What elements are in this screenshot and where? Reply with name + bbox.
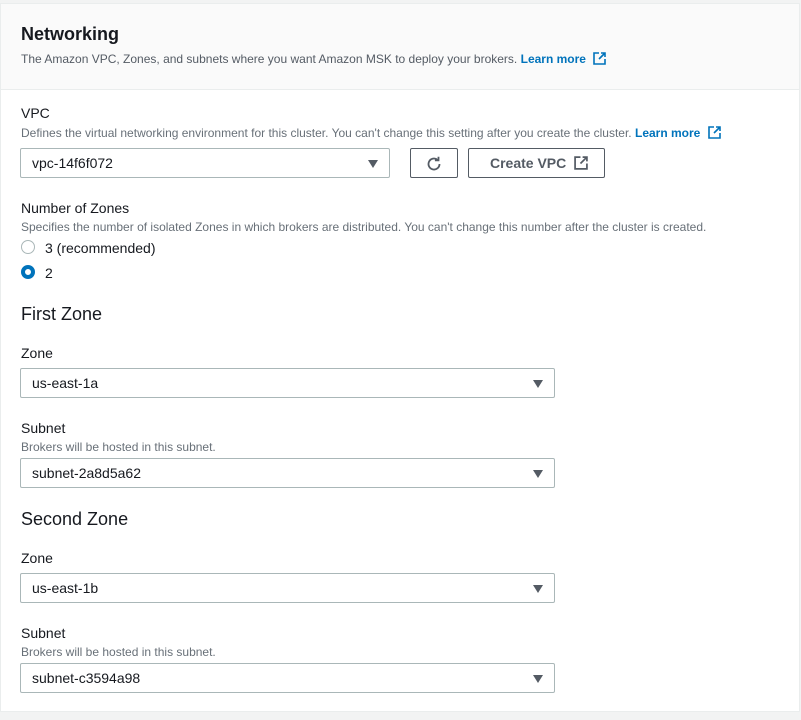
- caret-down-icon: [368, 160, 378, 168]
- second-zone-title: Second Zone: [21, 509, 129, 529]
- vpc-description-text: Defines the virtual networking environme…: [21, 126, 632, 140]
- vpc-description: Defines the virtual networking environme…: [21, 126, 721, 142]
- panel-description: The Amazon VPC, Zones, and subnets where…: [21, 52, 607, 68]
- refresh-button[interactable]: [410, 148, 458, 178]
- first-zone-select[interactable]: us-east-1a: [20, 368, 555, 398]
- create-vpc-button[interactable]: Create VPC: [468, 148, 605, 178]
- caret-down-icon: [533, 380, 543, 388]
- zones-radio-3-label: 3 (recommended): [45, 240, 156, 256]
- refresh-icon: [425, 155, 443, 178]
- first-subnet-select[interactable]: subnet-2a8d5a62: [20, 458, 555, 488]
- zones-radio-3[interactable]: [21, 240, 35, 254]
- first-zone-label: Zone: [21, 345, 53, 361]
- caret-down-icon: [533, 585, 543, 593]
- zones-radio-2[interactable]: [21, 265, 35, 279]
- networking-panel: Networking The Amazon VPC, Zones, and su…: [0, 3, 800, 712]
- caret-down-icon: [533, 675, 543, 683]
- vpc-select[interactable]: vpc-14f6f072: [20, 148, 390, 178]
- create-vpc-label: Create VPC: [490, 155, 567, 171]
- first-zone-select-value: us-east-1a: [32, 375, 99, 391]
- caret-down-icon: [533, 470, 543, 478]
- second-zone-label: Zone: [21, 550, 53, 566]
- first-subnet-select-value: subnet-2a8d5a62: [32, 465, 141, 481]
- panel-description-text: The Amazon VPC, Zones, and subnets where…: [21, 52, 518, 66]
- second-subnet-description: Brokers will be hosted in this subnet.: [21, 645, 216, 659]
- vpc-label: VPC: [21, 105, 50, 121]
- first-subnet-description: Brokers will be hosted in this subnet.: [21, 440, 216, 454]
- first-subnet-label: Subnet: [21, 420, 66, 436]
- second-subnet-select-value: subnet-c3594a98: [32, 670, 141, 686]
- first-zone-title: First Zone: [21, 304, 103, 324]
- panel-title: Networking: [21, 24, 120, 44]
- external-link-icon: [574, 156, 588, 175]
- second-zone-select-value: us-east-1b: [32, 580, 99, 596]
- zones-radio-2-label: 2: [45, 265, 53, 281]
- second-zone-select[interactable]: us-east-1b: [20, 573, 555, 603]
- networking-learn-more-link[interactable]: Learn more: [521, 52, 586, 66]
- second-subnet-select[interactable]: subnet-c3594a98: [20, 663, 555, 693]
- external-link-icon[interactable]: [593, 52, 607, 68]
- zones-description: Specifies the number of isolated Zones i…: [21, 220, 707, 234]
- external-link-icon[interactable]: [707, 126, 721, 142]
- vpc-select-value: vpc-14f6f072: [32, 155, 113, 171]
- zones-label: Number of Zones: [21, 200, 130, 216]
- vpc-learn-more-link[interactable]: Learn more: [635, 126, 700, 140]
- panel-header: Networking The Amazon VPC, Zones, and su…: [1, 4, 799, 90]
- second-subnet-label: Subnet: [21, 625, 66, 641]
